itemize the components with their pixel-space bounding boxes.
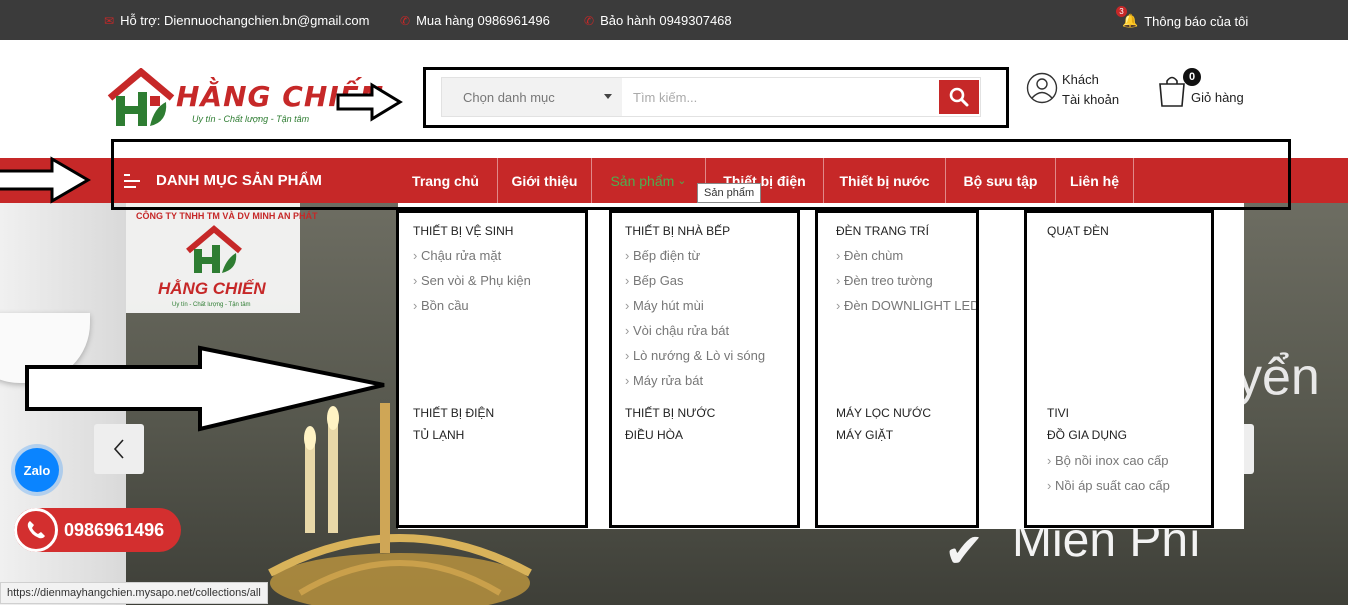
- hotline-button[interactable]: 0986961496: [14, 508, 181, 552]
- chevron-left-icon: [113, 439, 124, 459]
- nav-links: Trang chủ Giới thiệu Sản phẩm ⌄ Thiết bị đi…: [394, 158, 1134, 203]
- check-icon: ✔: [944, 525, 985, 578]
- search-input[interactable]: [622, 78, 932, 116]
- menu-column-sanitary: THIẾT BỊ VỆ SINH Chậu rửa mặt Sen vòi & …: [413, 203, 613, 529]
- menu-item[interactable]: Bếp điện từ: [625, 248, 700, 263]
- nav-link[interactable]: Giới thiệu: [498, 158, 592, 203]
- caret-down-icon: [604, 94, 612, 99]
- notification-badge: 3: [1116, 6, 1127, 17]
- menu-item[interactable]: Bếp Gas: [625, 273, 684, 288]
- menu-item[interactable]: Đèn chùm: [836, 248, 903, 263]
- chevron-down-icon: ⌄: [677, 175, 687, 187]
- menu-heading[interactable]: TỦ LẠNH: [413, 428, 464, 442]
- menu-heading[interactable]: MÁY LỌC NƯỚC: [836, 406, 931, 420]
- user-icon: [1026, 72, 1058, 104]
- menu-heading[interactable]: ĐIỀU HÒA: [625, 428, 683, 442]
- menu-item[interactable]: Sen vòi & Phụ kiện: [413, 273, 531, 288]
- search-bar: Chọn danh mục: [441, 77, 981, 117]
- menu-item[interactable]: Bồn cầu: [413, 298, 469, 313]
- product-category-button[interactable]: DANH MỤC SẢN PHẨM: [110, 158, 367, 203]
- support-contact[interactable]: ✉ Hỗ trợ: Diennuochangchien.bn@gmail.com: [104, 13, 369, 28]
- company-badge: CÔNG TY TNHH TM VÀ DV MINH AN PHÁT HẰNG …: [126, 203, 318, 313]
- main-nav: DANH MỤC SẢN PHẨM Trang chủ Giới thiệu Sản…: [0, 158, 1348, 203]
- cart-count-badge: 0: [1183, 68, 1201, 86]
- menu-item[interactable]: Đèn DOWNLIGHT LED: [836, 298, 980, 313]
- menu-heading[interactable]: THIẾT BỊ VỆ SINH: [413, 224, 513, 238]
- top-bar: ✉ Hỗ trợ: Diennuochangchien.bn@gmail.com…: [0, 0, 1348, 40]
- menu-heading[interactable]: MÁY GIẶT: [836, 428, 893, 442]
- menu-item[interactable]: Đèn treo tường: [836, 273, 933, 288]
- nav-link[interactable]: Trang chủ: [394, 158, 498, 203]
- logo-brand: HẰNG CHIẾN: [176, 80, 385, 113]
- menu-column-lighting: ĐÈN TRANG TRÍ Đèn chùm Đèn treo tường Đè…: [836, 203, 1036, 529]
- notifications-link[interactable]: 🔔 3 Thông báo của tôi: [1116, 6, 1248, 29]
- menu-item[interactable]: Bộ nồi inox cao cấp: [1047, 453, 1168, 468]
- nav-link[interactable]: Liên hệ: [1056, 158, 1134, 203]
- toilet-image: [0, 313, 90, 383]
- warranty-hotline[interactable]: ✆ Bảo hành 0949307468: [584, 13, 732, 28]
- buy-hotline[interactable]: ✆ Mua hàng 0986961496: [400, 13, 550, 28]
- menu-item[interactable]: Lò nướng & Lò vi sóng: [625, 348, 765, 363]
- menu-item[interactable]: Máy rửa bát: [625, 373, 703, 388]
- browser-status-url: https://dienmayhangchien.mysapo.net/coll…: [0, 582, 268, 604]
- nav-link[interactable]: Thiết bị nước: [824, 158, 946, 203]
- cart-link[interactable]: 0 Giỏ hàng: [1157, 68, 1267, 112]
- account-link[interactable]: Khách Tài khoản: [1026, 70, 1136, 110]
- logo-slogan: Uy tín - Chất lượng - Tận tâm: [192, 114, 310, 124]
- menu-heading[interactable]: THIẾT BỊ NHÀ BẾP: [625, 224, 730, 238]
- zalo-chat-button[interactable]: Zalo: [15, 448, 59, 492]
- bell-icon: 🔔 3: [1116, 6, 1138, 29]
- search-icon: [949, 87, 969, 107]
- menu-item[interactable]: Chậu rửa mặt: [413, 248, 501, 263]
- menu-heading[interactable]: THIẾT BỊ NƯỚC: [625, 406, 715, 420]
- nav-link[interactable]: Bộ sưu tập: [946, 158, 1056, 203]
- house-logo-icon: [107, 67, 175, 126]
- menu-item[interactable]: Máy hút mùi: [625, 298, 704, 313]
- search-button[interactable]: [939, 80, 979, 114]
- menu-heading[interactable]: ĐÈN TRANG TRÍ: [836, 224, 929, 238]
- menu-item[interactable]: Nồi áp suất cao cấp: [1047, 478, 1170, 493]
- menu-heading[interactable]: THIẾT BỊ ĐIỆN: [413, 406, 494, 420]
- site-logo[interactable]: HẰNG CHIẾN Uy tín - Chất lượng - Tận tâm: [106, 67, 383, 130]
- menu-heading[interactable]: TIVI: [1047, 406, 1069, 420]
- house-logo-icon: [186, 225, 242, 273]
- menu-column-kitchen: THIẾT BỊ NHÀ BẾP Bếp điện từ Bếp Gas Máy…: [625, 203, 825, 529]
- mail-icon: ✉: [104, 13, 115, 28]
- menu-heading[interactable]: QUẠT ĐÈN: [1047, 224, 1109, 238]
- menu-column-appliances: QUẠT ĐÈN TIVI ĐỒ GIA DỤNG Bộ nồi inox ca…: [1047, 203, 1247, 529]
- nav-tooltip: Sản phẩm: [697, 183, 762, 203]
- phone-icon: ✆: [400, 13, 411, 28]
- menu-item[interactable]: Vòi chậu rửa bát: [625, 323, 729, 338]
- category-select[interactable]: Chọn danh mục: [442, 78, 622, 116]
- banner-headline: yển: [1236, 348, 1320, 406]
- menu-icon: [124, 173, 140, 188]
- product-mega-menu: THIẾT BỊ VỆ SINH Chậu rửa mặt Sen vòi & …: [398, 203, 1244, 529]
- menu-heading[interactable]: ĐỒ GIA DỤNG: [1047, 428, 1127, 442]
- slider-prev-button[interactable]: [94, 424, 144, 474]
- phone-icon: [14, 508, 58, 552]
- phone-icon: ✆: [584, 13, 595, 28]
- nav-link[interactable]: Sản phẩm ⌄: [592, 158, 706, 203]
